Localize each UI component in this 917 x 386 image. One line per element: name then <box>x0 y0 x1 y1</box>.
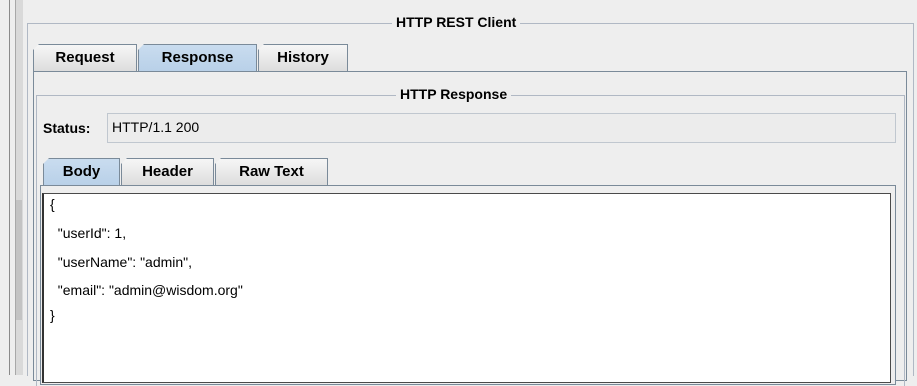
tab-response[interactable]: Response <box>138 44 257 72</box>
tab-raw-text[interactable]: Raw Text <box>215 158 328 186</box>
tab-request[interactable]: Request <box>33 44 137 72</box>
tab-history[interactable]: History <box>258 44 348 72</box>
http-response-title: HTTP Response <box>396 86 512 102</box>
status-field: HTTP/1.1 200 <box>107 113 896 143</box>
body-line: } <box>50 307 55 323</box>
body-line: { <box>50 196 55 212</box>
body-line: "userId": 1, <box>50 225 127 241</box>
body-line: "userName": "admin", <box>50 254 193 270</box>
window-title: HTTP REST Client <box>392 14 521 30</box>
tab-body[interactable]: Body <box>43 158 120 186</box>
left-border-line <box>9 0 10 375</box>
left-scrollbar[interactable] <box>0 0 24 375</box>
response-body-textarea[interactable]: { "userId": 1, "userName": "admin", "ema… <box>42 193 891 383</box>
scroll-thumb[interactable] <box>16 200 22 320</box>
status-label: Status: <box>43 120 91 136</box>
body-line: "email": "admin@wisdom.org" <box>50 282 243 298</box>
tab-header[interactable]: Header <box>121 158 214 186</box>
